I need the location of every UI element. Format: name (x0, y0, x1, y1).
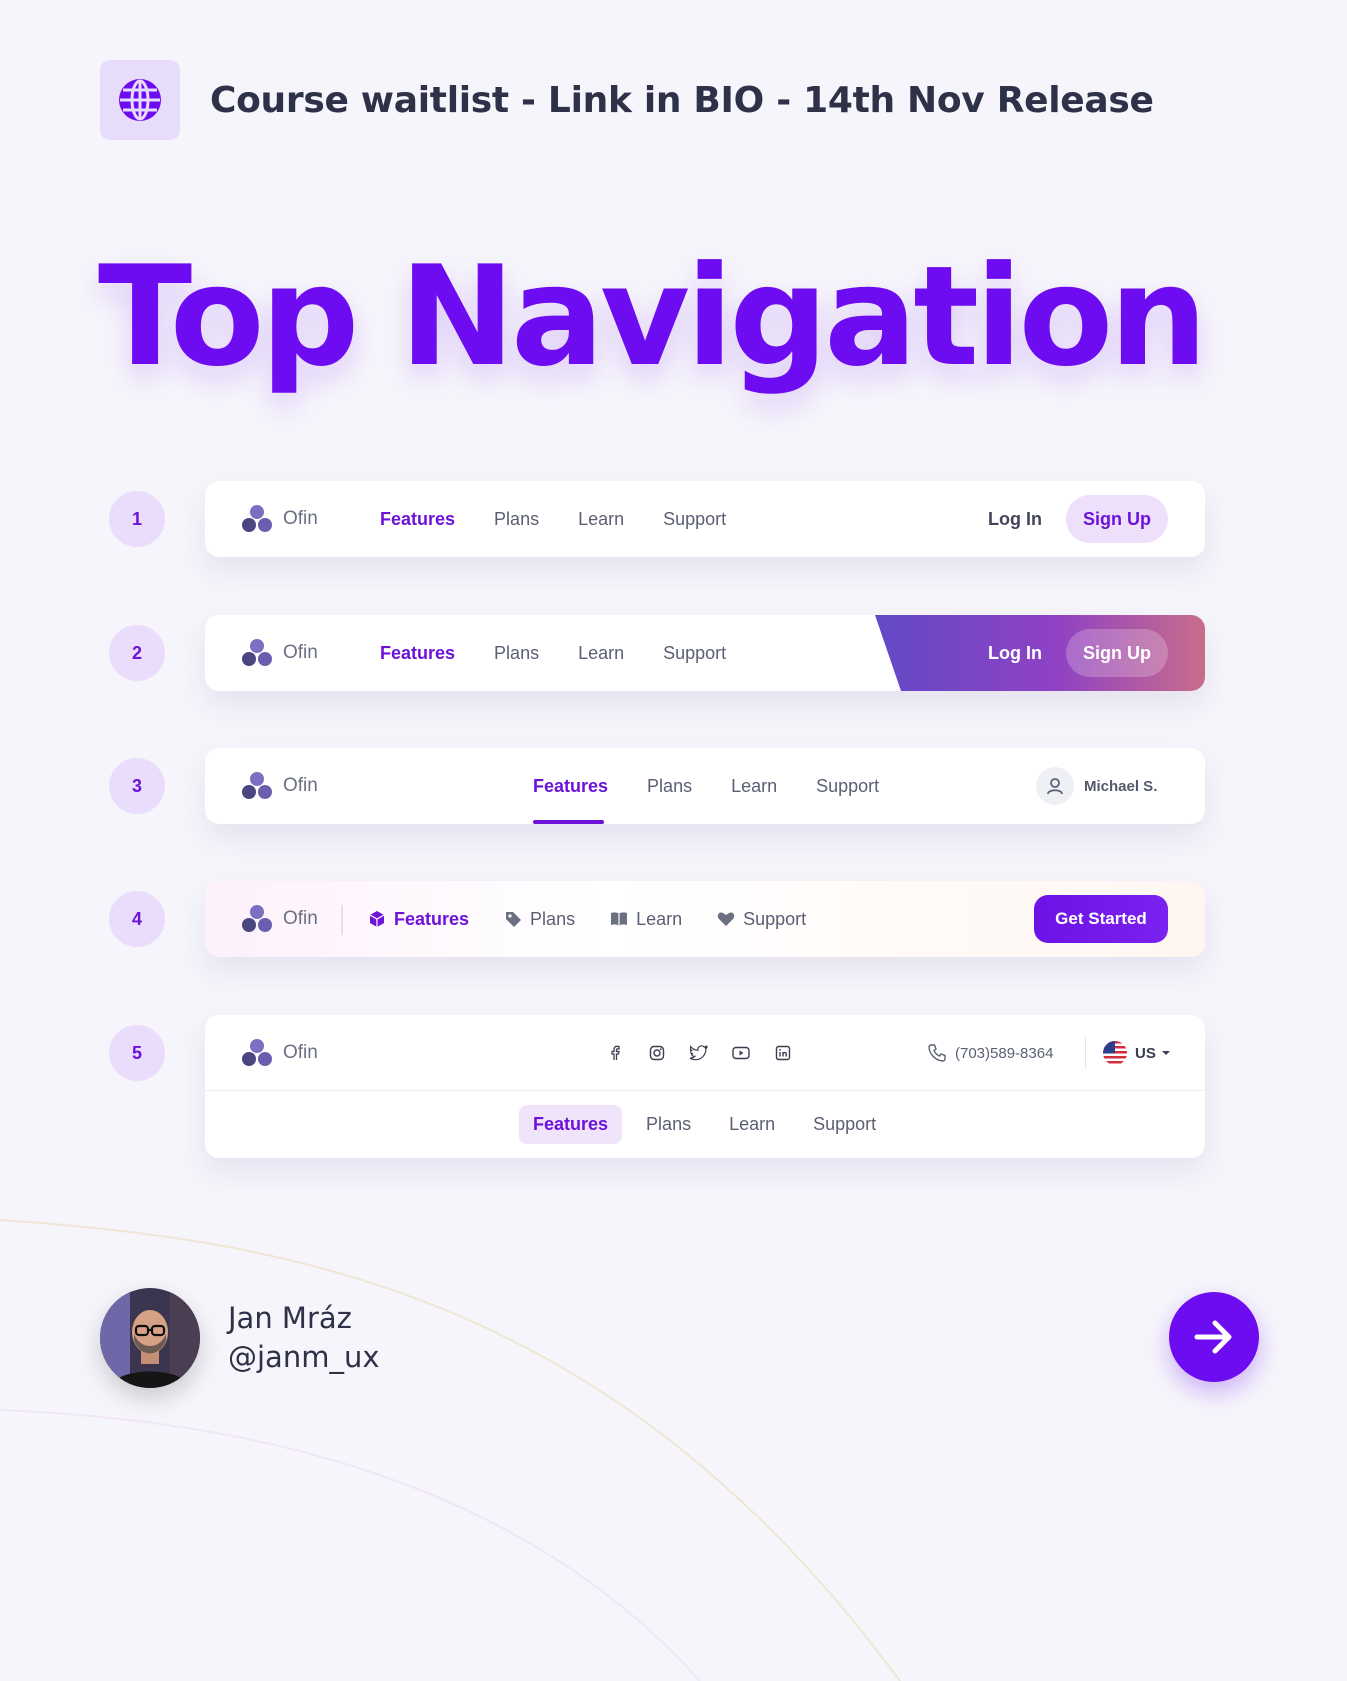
nav-bar-5: Ofin (703)589-8364 US Features Plans Lea… (205, 1015, 1205, 1158)
brand-name: Ofin (283, 508, 318, 529)
nav-plans[interactable]: Plans (647, 776, 692, 797)
nav-plans-label: Plans (530, 908, 576, 929)
nav-bar-2: Ofin Features Plans Learn Support Log In… (205, 615, 1205, 691)
nav-support[interactable]: Support (816, 776, 879, 797)
nav-plans[interactable]: Plans (646, 1114, 691, 1135)
brand-logo[interactable]: Ofin (241, 1015, 318, 1091)
brand-logo[interactable]: Ofin (241, 481, 318, 557)
main-nav: Features Plans Learn Support (367, 881, 840, 957)
main-nav: Features Plans Learn Support (519, 1091, 900, 1158)
nav-features[interactable]: Features (533, 776, 608, 797)
cube-icon (369, 911, 385, 927)
main-nav: Features Plans Learn Support (380, 615, 765, 691)
phone-icon (928, 1044, 946, 1062)
nav-plans[interactable]: Plans (494, 509, 539, 530)
book-icon (611, 912, 628, 926)
nav-bar-4: Ofin Features Plans Learn Support Get St… (205, 881, 1205, 957)
facebook-icon[interactable] (605, 1043, 625, 1063)
nav-plans[interactable]: Plans (494, 643, 539, 664)
header-title: Course waitlist - Link in BIO - 14th Nov… (210, 79, 1154, 121)
signup-button[interactable]: Sign Up (1066, 495, 1168, 543)
brand-name: Ofin (283, 775, 318, 796)
arrow-right-icon (1194, 1320, 1232, 1354)
nav-bar-1: Ofin Features Plans Learn Support Log In… (205, 481, 1205, 557)
user-icon (1036, 767, 1074, 805)
nav-support[interactable]: Support (663, 643, 726, 664)
variant-number-3: 3 (109, 758, 165, 814)
login-button[interactable]: Log In (988, 481, 1042, 557)
variant-number-5: 5 (109, 1025, 165, 1081)
signup-button[interactable]: Sign Up (1066, 629, 1168, 677)
locale-label: US (1135, 1044, 1156, 1062)
ofin-logo-icon (242, 772, 272, 799)
nav-learn[interactable]: Learn (578, 643, 624, 664)
nav-bar-3: Ofin Features Plans Learn Support Michae… (205, 748, 1205, 824)
nav-learn[interactable]: Learn (729, 1114, 775, 1135)
nav-learn-label: Learn (636, 908, 683, 929)
author-card: Jan Mráz @janm_ux (100, 1288, 380, 1388)
nav-features-label: Features (394, 908, 470, 929)
variant-number-4: 4 (109, 891, 165, 947)
ofin-logo-icon (242, 1039, 272, 1066)
user-menu[interactable]: Michael S. (1036, 748, 1157, 824)
main-nav: Features Plans Learn Support (380, 481, 765, 557)
author-name: Jan Mráz (228, 1301, 352, 1335)
variant-number-2: 2 (109, 625, 165, 681)
nav-support[interactable]: Support (716, 909, 806, 930)
brand-name: Ofin (283, 642, 318, 663)
nav-features[interactable]: Features (380, 509, 455, 530)
instagram-icon[interactable] (647, 1043, 667, 1063)
brand-logo[interactable]: Ofin (241, 748, 318, 824)
active-tab-underline (533, 820, 604, 824)
linkedin-icon[interactable] (773, 1043, 793, 1063)
us-flag-icon (1103, 1041, 1127, 1065)
utility-row: Ofin (703)589-8364 US (205, 1015, 1205, 1091)
header: Course waitlist - Link in BIO - 14th Nov… (100, 60, 1154, 140)
variant-number-1: 1 (109, 491, 165, 547)
twitter-icon[interactable] (689, 1043, 709, 1063)
author-info: Jan Mráz @janm_ux (228, 1299, 380, 1377)
phone-number: (703)589-8364 (955, 1044, 1054, 1062)
social-links (605, 1015, 793, 1091)
youtube-icon[interactable] (731, 1043, 751, 1063)
divider (1085, 1037, 1086, 1069)
chevron-down-icon (1161, 1051, 1170, 1055)
nav-features[interactable]: Features (367, 909, 469, 930)
nav-learn[interactable]: Learn (731, 776, 777, 797)
locale-selector[interactable]: US (1103, 1015, 1172, 1091)
main-nav: Features Plans Learn Support (533, 748, 918, 824)
phone-contact[interactable]: (703)589-8364 (927, 1015, 1053, 1091)
login-button[interactable]: Log In (988, 615, 1042, 691)
nav-support[interactable]: Support (663, 509, 726, 530)
page-title: Top Navigation (98, 236, 1208, 397)
next-button[interactable] (1169, 1292, 1259, 1382)
divider (341, 905, 343, 935)
nav-features[interactable]: Features (380, 643, 455, 664)
brand-logo[interactable]: Ofin (241, 881, 318, 957)
globe-icon[interactable] (100, 60, 180, 140)
brand-logo[interactable]: Ofin (241, 615, 318, 691)
user-name: Michael S. (1084, 777, 1158, 795)
nav-learn[interactable]: Learn (578, 509, 624, 530)
brand-name: Ofin (283, 908, 318, 929)
nav-learn[interactable]: Learn (609, 909, 682, 930)
nav-support-label: Support (743, 908, 807, 929)
author-handle: @janm_ux (228, 1340, 380, 1374)
tag-icon (506, 912, 522, 927)
heart-icon (717, 912, 735, 926)
nav-support[interactable]: Support (813, 1114, 876, 1135)
brand-name: Ofin (283, 1042, 318, 1063)
author-avatar[interactable] (100, 1288, 200, 1388)
ofin-logo-icon (242, 639, 272, 666)
nav-features[interactable]: Features (519, 1105, 623, 1144)
ofin-logo-icon (242, 505, 272, 532)
ofin-logo-icon (242, 905, 272, 932)
get-started-button[interactable]: Get Started (1034, 895, 1168, 943)
nav-plans[interactable]: Plans (503, 909, 575, 930)
